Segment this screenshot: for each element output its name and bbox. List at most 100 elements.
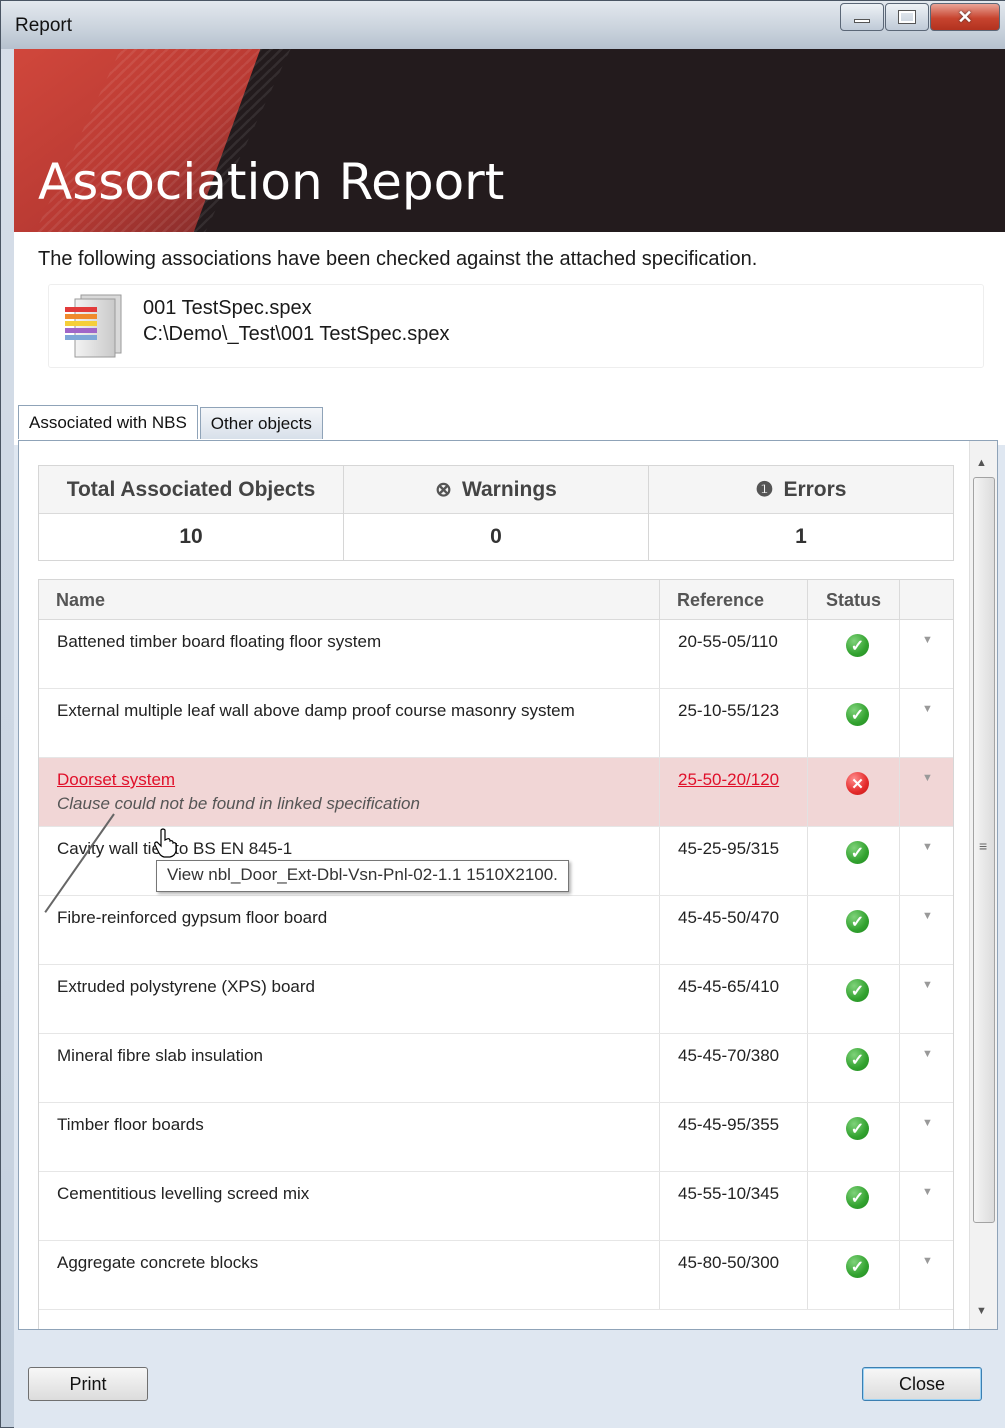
title-bar[interactable]: Report ✕ [1, 1, 1005, 49]
row-status: ✓ [808, 896, 900, 964]
table-row[interactable]: External multiple leaf wall above damp p… [39, 689, 953, 758]
row-dropdown[interactable]: ▼ [900, 620, 953, 688]
objects-table: Name Reference Status Battened timber bo… [38, 579, 954, 1329]
warnings-label: Warnings [461, 477, 557, 501]
row-dropdown[interactable]: ▼ [900, 689, 953, 757]
row-status: ✓ [808, 689, 900, 757]
row-status: ✓ [808, 1103, 900, 1171]
tab-panel: Total Associated Objects 10 ⊗ Warnings 0 … [18, 440, 998, 1330]
chevron-down-icon: ▼ [922, 1255, 933, 1267]
close-icon: ✕ [957, 6, 973, 27]
spec-file-path: C:\Demo\_Test\001 TestSpec.spex [143, 323, 450, 345]
check-icon: ✓ [846, 1048, 869, 1071]
errors-label: Errors [783, 477, 847, 501]
row-reference: 45-25-95/315 [660, 827, 808, 895]
vertical-scrollbar[interactable]: ▲ ≡ ▼ [969, 441, 997, 1329]
row-name-text: Cementitious levelling screed mix [57, 1184, 310, 1203]
column-header-name[interactable]: Name [39, 580, 660, 619]
row-name-text: Mineral fibre slab insulation [57, 1046, 263, 1065]
row-reference: 45-80-50/300 [660, 1241, 808, 1309]
tab-other-objects[interactable]: Other objects [199, 407, 323, 439]
close-button[interactable]: Close [862, 1367, 982, 1401]
chevron-down-icon: ▼ [922, 772, 933, 784]
row-name: Extruded polystyrene (XPS) board [39, 965, 660, 1033]
specification-file: 001 TestSpec.spex C:\Demo\_Test\001 Test… [48, 284, 984, 368]
row-name-link[interactable]: Doorset system [57, 770, 175, 789]
row-name: Doorset system Clause could not be found… [39, 758, 660, 826]
hand-cursor-icon [154, 828, 177, 858]
table-row-error[interactable]: Doorset system Clause could not be found… [39, 758, 953, 827]
check-icon: ✓ [846, 1186, 869, 1209]
tab-strip: Associated with NBS Other objects [18, 405, 325, 441]
row-dropdown[interactable]: ▼ [900, 896, 953, 964]
print-button[interactable]: Print [28, 1367, 148, 1401]
minimize-icon [854, 19, 870, 23]
row-dropdown[interactable]: ▼ [900, 827, 953, 895]
table-row[interactable]: Cementitious levelling screed mix 45-55-… [39, 1172, 953, 1241]
warning-icon: ⊗ [435, 479, 452, 501]
page-title: Association Report [38, 153, 505, 211]
warnings-header: ⊗ Warnings [344, 466, 648, 514]
row-dropdown[interactable]: ▼ [900, 1172, 953, 1240]
table-row[interactable]: Mineral fibre slab insulation 45-45-70/3… [39, 1034, 953, 1103]
minimize-button[interactable] [840, 3, 884, 31]
row-dropdown[interactable]: ▼ [900, 1034, 953, 1102]
table-row[interactable]: Fibre-reinforced gypsum floor board 45-4… [39, 896, 953, 965]
row-reference: 25-50-20/120 [660, 758, 808, 826]
row-dropdown[interactable]: ▼ [900, 1103, 953, 1171]
row-dropdown[interactable]: ▼ [900, 758, 953, 826]
row-reference-text: 25-10-55/123 [678, 701, 780, 720]
total-objects-cell: Total Associated Objects 10 [39, 466, 344, 560]
column-header-status[interactable]: Status [808, 580, 900, 619]
errors-cell: ❶ Errors 1 [649, 466, 953, 560]
row-name-text: Extruded polystyrene (XPS) board [57, 977, 315, 996]
warnings-cell: ⊗ Warnings 0 [344, 466, 649, 560]
row-dropdown[interactable]: ▼ [900, 1241, 953, 1309]
row-reference: 25-10-55/123 [660, 689, 808, 757]
close-window-button[interactable]: ✕ [930, 3, 1000, 31]
row-status: ✓ [808, 1172, 900, 1240]
check-icon: ✓ [846, 979, 869, 1002]
grip-icon: ≡ [979, 838, 988, 854]
row-status: ✕ [808, 758, 900, 826]
errors-value: 1 [795, 525, 807, 548]
chevron-down-icon: ▼ [922, 979, 933, 991]
row-reference: 45-55-10/345 [660, 1172, 808, 1240]
chevron-down-icon: ▼ [922, 1186, 933, 1198]
row-status: ✓ [808, 965, 900, 1033]
summary-table: Total Associated Objects 10 ⊗ Warnings 0 … [38, 465, 954, 561]
check-icon: ✓ [846, 910, 869, 933]
chevron-down-icon: ▼ [922, 634, 933, 646]
scroll-up-icon[interactable]: ▲ [976, 457, 987, 469]
scrollbar-thumb[interactable]: ≡ [973, 477, 995, 1223]
error-icon: ❶ [755, 479, 774, 501]
check-icon: ✓ [846, 841, 869, 864]
scroll-down-icon[interactable]: ▼ [976, 1305, 987, 1317]
column-header-reference[interactable]: Reference [660, 580, 808, 619]
column-header-actions [900, 580, 953, 619]
tab-associated-with-nbs[interactable]: Associated with NBS [18, 405, 198, 439]
table-row[interactable]: Timber floor boards 45-45-95/355 ✓ ▼ [39, 1103, 953, 1172]
row-reference-text: 20-55-05/110 [678, 632, 778, 651]
row-name-text: External multiple leaf wall above damp p… [57, 701, 575, 720]
dialog-client: Association Report The following associa… [14, 49, 1005, 1428]
check-icon: ✓ [846, 1117, 869, 1140]
check-icon: ✓ [846, 1255, 869, 1278]
row-reference-text: 45-25-95/315 [678, 839, 780, 858]
warnings-value: 0 [490, 525, 502, 548]
table-row[interactable]: Extruded polystyrene (XPS) board 45-45-6… [39, 965, 953, 1034]
row-dropdown[interactable]: ▼ [900, 965, 953, 1033]
window-title: Report [15, 15, 73, 36]
chevron-down-icon: ▼ [922, 910, 933, 922]
row-status: ✓ [808, 827, 900, 895]
report-banner: Association Report [14, 49, 1005, 232]
table-row[interactable]: Aggregate concrete blocks 45-80-50/300 ✓… [39, 1241, 953, 1310]
spec-file-name: 001 TestSpec.spex [143, 297, 312, 319]
tooltip: View nbl_Door_Ext-Dbl-Vsn-Pnl-02-1.1 151… [156, 860, 569, 892]
row-reference-text: 45-45-65/410 [678, 977, 780, 996]
row-name-text: Battened timber board floating floor sys… [57, 632, 382, 651]
row-reference-link[interactable]: 25-50-20/120 [678, 770, 779, 789]
table-row[interactable]: Battened timber board floating floor sys… [39, 620, 953, 689]
report-window: Report ✕ Association Report The followin… [0, 0, 1005, 1428]
maximize-button[interactable] [885, 3, 929, 31]
